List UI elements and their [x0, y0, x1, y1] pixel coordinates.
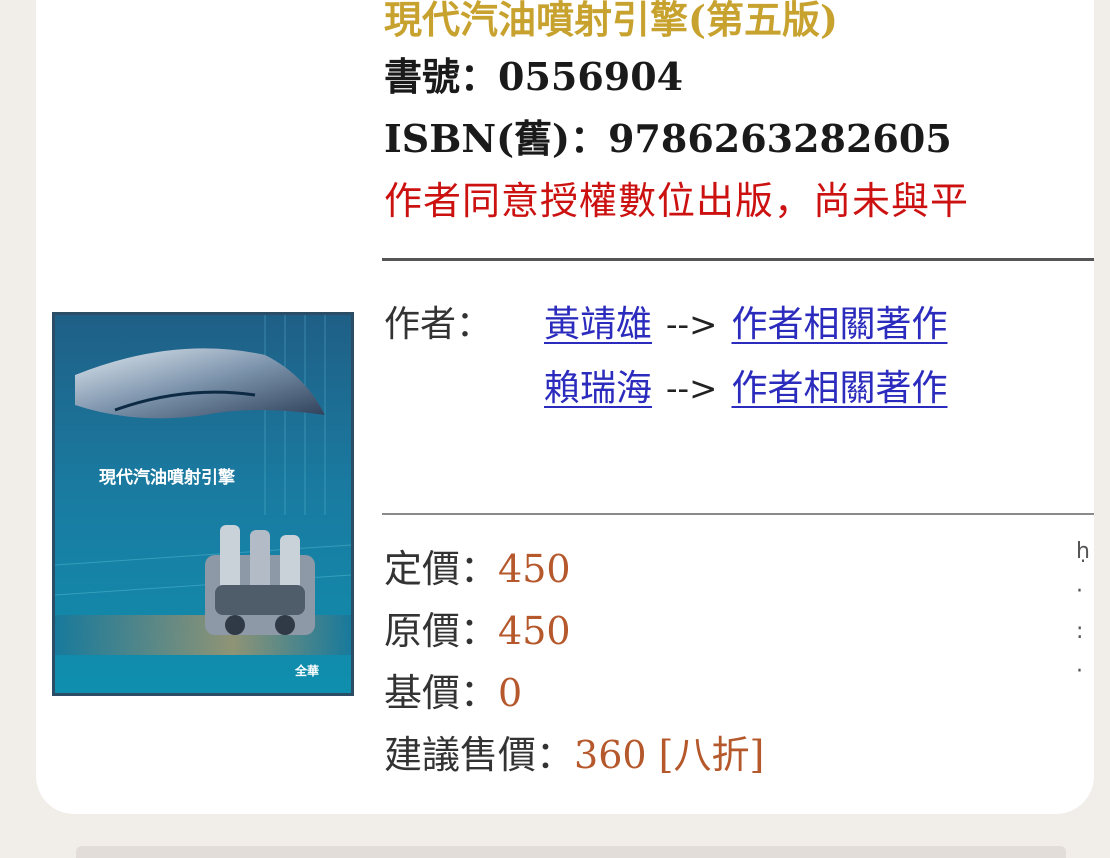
suggested-price-label: 建議售價：: [384, 733, 575, 777]
truncated-edge-content: ḥ · : ·: [1076, 532, 1090, 692]
author-related-works-link[interactable]: 作者相關著作: [731, 304, 947, 345]
arrow-text: -->: [666, 305, 718, 345]
book-number-row: 書號：0556904: [384, 54, 683, 100]
base-price-label: 基價：: [384, 671, 499, 715]
truncated-mark: :: [1076, 619, 1084, 644]
isbn-row: ISBN(舊)：9786263282605: [384, 116, 952, 162]
author-link[interactable]: 賴瑞海: [544, 368, 652, 409]
original-price-value: 450: [498, 609, 571, 653]
original-price-label: 原價：: [384, 609, 499, 653]
book-title: 現代汽油噴射引擎(第五版): [384, 0, 838, 42]
digital-publishing-notice: 作者同意授權數位出版，尚未與平: [384, 179, 970, 223]
book-number-label: 書號：: [384, 54, 499, 99]
book-number-value: 0556904: [498, 54, 684, 99]
author-row: 作者： 黃靖雄 --> 作者相關著作: [384, 302, 948, 348]
section-divider: [382, 513, 1094, 515]
author-link[interactable]: 黃靖雄: [544, 304, 652, 345]
base-price-value: 0: [498, 671, 523, 715]
cover-title-text: 現代汽油噴射引擎: [99, 467, 236, 488]
isbn-value: 9786263282605: [608, 116, 952, 161]
book-card: 現代汽油噴射引擎(第五版) 書號：0556904 ISBN(舊)：9786263…: [36, 0, 1094, 814]
next-card-edge: [76, 846, 1066, 858]
isbn-label: ISBN(舊)：: [384, 116, 609, 161]
truncated-mark: ḥ: [1076, 539, 1090, 564]
arrow-text: -->: [666, 369, 718, 409]
suggested-price-value: 360 [八折]: [574, 733, 765, 777]
author-label: 作者：: [384, 304, 493, 345]
truncated-mark: ·: [1076, 579, 1083, 604]
section-divider: [382, 258, 1094, 261]
original-price-row: 原價：450: [384, 608, 571, 654]
suggested-price-row: 建議售價：360 [八折]: [384, 732, 764, 778]
list-price-row: 定價：450: [384, 546, 571, 592]
author-row: 賴瑞海 --> 作者相關著作: [544, 366, 948, 412]
list-price-label: 定價：: [384, 547, 499, 591]
base-price-row: 基價：0: [384, 670, 522, 716]
truncated-mark: ·: [1076, 659, 1083, 684]
book-cover-image[interactable]: 現代汽油噴射引擎 全華: [52, 312, 354, 696]
author-related-works-link[interactable]: 作者相關著作: [731, 368, 947, 409]
list-price-value: 450: [498, 547, 571, 591]
cover-publisher-mark: 全華: [294, 663, 319, 678]
